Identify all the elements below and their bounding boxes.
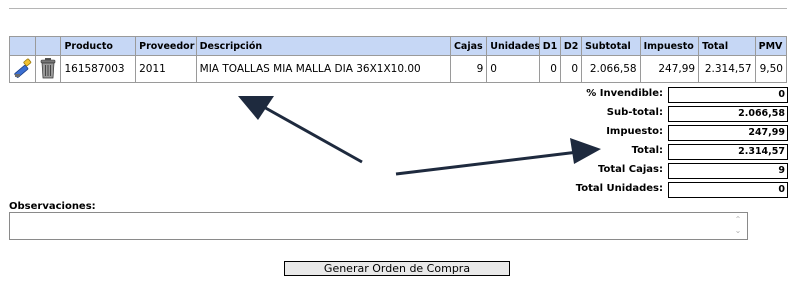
cell-cajas: 9 xyxy=(449,55,488,83)
observaciones-scrollbar[interactable]: ⌃ ⌄ xyxy=(731,214,745,238)
header-d2: D2 xyxy=(559,36,583,56)
total-value: 2.314,57 xyxy=(668,144,788,160)
table-header-row: Producto Proveedor Descripción Cajas Uni… xyxy=(8,36,788,56)
generar-orden-button[interactable]: Generar Orden de Compra xyxy=(284,261,510,276)
cell-producto: 161587003 xyxy=(60,55,137,83)
subtotal-value: 2.066,58 xyxy=(668,106,788,122)
cell-proveedor: 2011 xyxy=(135,55,197,83)
impuesto-value: 247,99 xyxy=(668,125,788,141)
total-cajas-label: Total Cajas: xyxy=(597,164,663,175)
trash-icon[interactable] xyxy=(39,57,57,79)
total-unidades-value: 0 xyxy=(668,182,788,198)
subtotal-label: Sub-total: xyxy=(606,107,663,118)
edit-icon[interactable] xyxy=(12,57,34,79)
table-row: 161587003 2011 MIA TOALLAS MIA MALLA DIA… xyxy=(8,55,788,83)
header-cajas: Cajas xyxy=(449,36,488,56)
cell-d1: 0 xyxy=(538,55,561,83)
observaciones-label: Observaciones: xyxy=(9,201,96,212)
header-impuesto: Impuesto xyxy=(639,36,700,56)
arrow-to-description xyxy=(238,96,363,164)
cell-unidades: 0 xyxy=(486,55,540,83)
header-subtotal: Subtotal xyxy=(581,36,641,56)
header-edit-col xyxy=(8,36,37,56)
cell-descripcion: MIA TOALLAS MIA MALLA DIA 36X1X10.00 xyxy=(195,55,451,83)
impuesto-label: Impuesto: xyxy=(606,126,663,137)
header-d1: D1 xyxy=(538,36,561,56)
cell-impuesto: 247,99 xyxy=(639,55,700,83)
order-table: Producto Proveedor Descripción Cajas Uni… xyxy=(8,36,788,83)
cell-pmv: 9,50 xyxy=(754,55,788,83)
header-delete-col xyxy=(35,36,62,56)
cell-d2: 0 xyxy=(559,55,583,83)
scroll-up-icon[interactable]: ⌃ xyxy=(731,214,745,225)
total-label: Total: xyxy=(631,145,663,156)
edit-cell[interactable] xyxy=(8,55,37,83)
invendible-value: 0 xyxy=(668,87,788,103)
header-unidades: Unidades xyxy=(486,36,540,56)
header-proveedor: Proveedor xyxy=(135,36,197,56)
header-producto: Producto xyxy=(60,36,137,56)
cell-total: 2.314,57 xyxy=(698,55,756,83)
observaciones-textarea[interactable]: ⌃ ⌄ xyxy=(9,212,748,240)
total-unidades-label: Total Unidades: xyxy=(575,183,663,194)
top-divider xyxy=(9,8,787,9)
header-descripcion: Descripción xyxy=(195,36,451,56)
scroll-down-icon[interactable]: ⌄ xyxy=(731,225,745,236)
header-pmv: PMV xyxy=(754,36,788,56)
total-cajas-value: 9 xyxy=(668,163,788,179)
arrow-to-totals xyxy=(395,138,601,176)
delete-cell[interactable] xyxy=(35,55,62,83)
header-total: Total xyxy=(698,36,756,56)
invendible-label: % Invendible: xyxy=(586,88,663,99)
cell-subtotal: 2.066,58 xyxy=(581,55,641,83)
